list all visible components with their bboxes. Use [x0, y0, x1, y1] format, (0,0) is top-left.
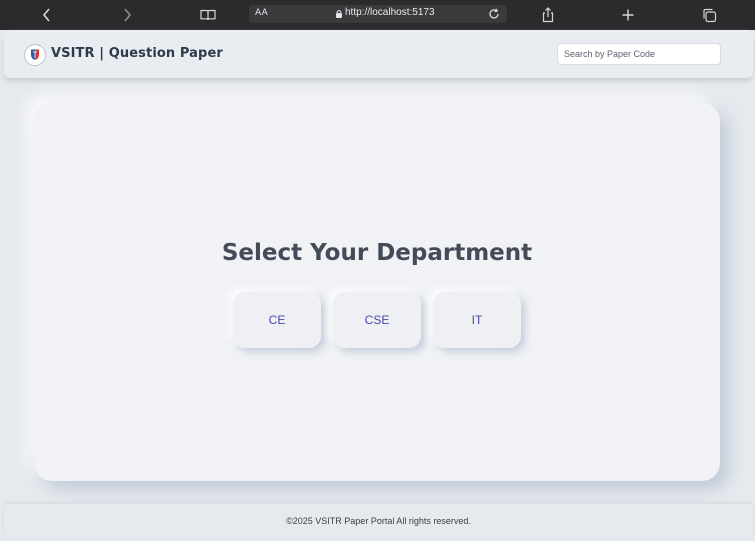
text-size-button[interactable]: AA: [255, 8, 268, 18]
footer: ©2025 VSITR Paper Portal All rights rese…: [4, 504, 753, 538]
app-header: VSITR | Question Paper: [4, 32, 753, 78]
department-list: CE CSE IT: [34, 292, 720, 348]
new-tab-icon[interactable]: [618, 5, 638, 25]
lock-icon: [334, 8, 344, 20]
app-title: VSITR | Question Paper: [51, 46, 223, 61]
address-bar[interactable]: AA http://localhost:5173: [249, 5, 507, 23]
back-icon[interactable]: [37, 5, 57, 25]
tabs-icon[interactable]: [699, 5, 719, 25]
url-text: http://localhost:5173: [345, 7, 435, 18]
app-root: VSITR | Question Paper Select Your Depar…: [0, 30, 755, 541]
share-icon[interactable]: [538, 5, 558, 25]
department-button-cse[interactable]: CSE: [333, 292, 421, 348]
forward-icon[interactable]: [117, 5, 137, 25]
department-button-it[interactable]: IT: [433, 292, 521, 348]
department-card: Select Your Department CE CSE IT: [34, 103, 720, 481]
footer-text: ©2025 VSITR Paper Portal All rights rese…: [286, 516, 471, 526]
reload-icon[interactable]: [487, 7, 501, 21]
browser-toolbar: AA http://localhost:5173: [0, 0, 755, 30]
page-title: Select Your Department: [221, 240, 533, 266]
college-logo-icon: [24, 44, 46, 66]
department-button-ce[interactable]: CE: [233, 292, 321, 348]
reader-icon[interactable]: [198, 5, 218, 25]
search-input[interactable]: [557, 43, 721, 65]
